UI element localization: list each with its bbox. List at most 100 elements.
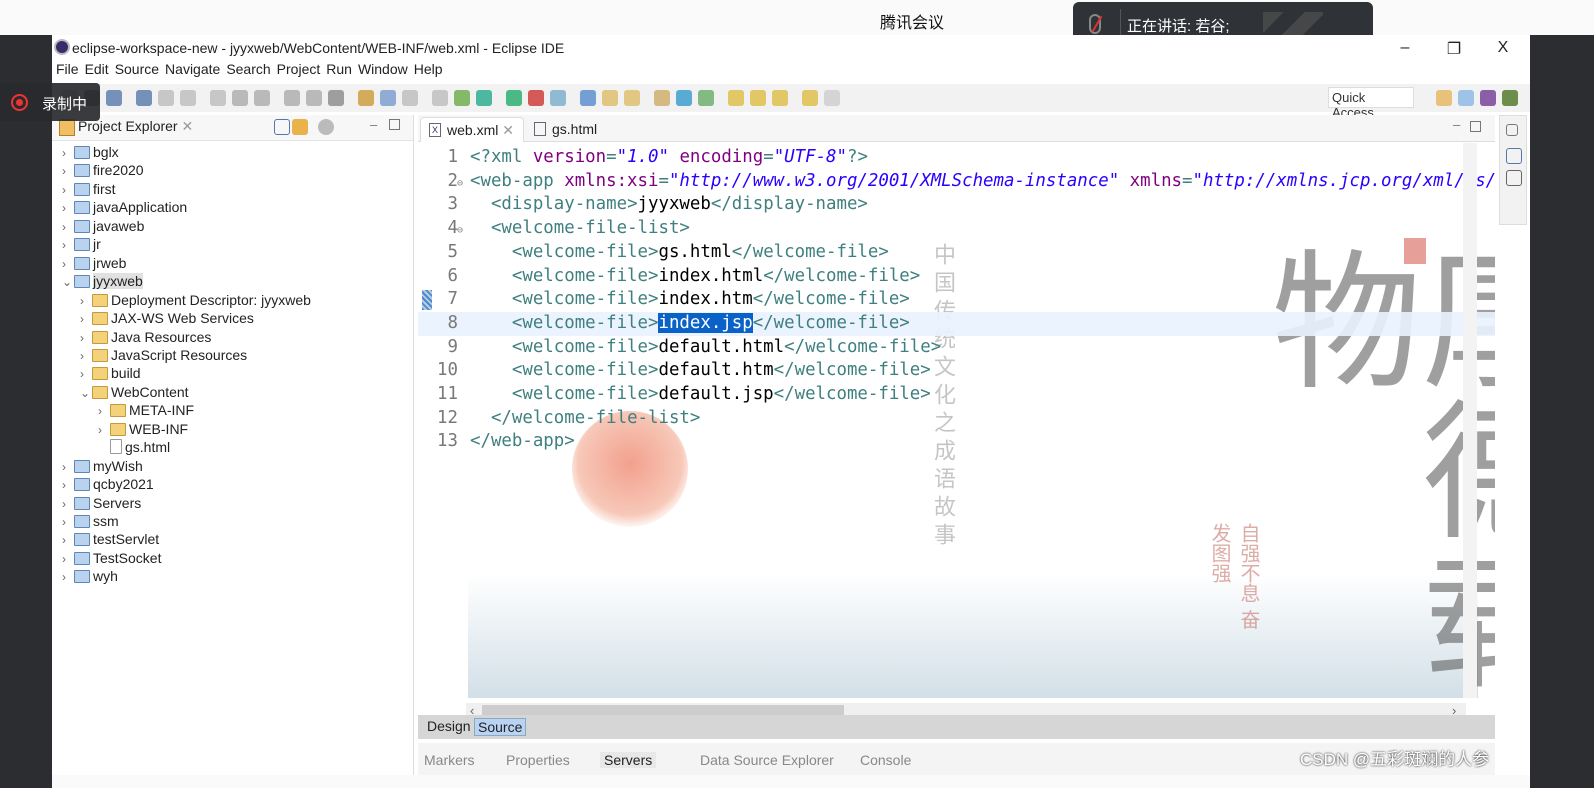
code-line[interactable]: 11 <welcome-file>default.jsp</welcome-fi… [418, 383, 1495, 407]
code-editor[interactable]: 厚德载物 中国传统文化之成语故事 自强不息 奋发图强 1<?xml versio… [418, 143, 1495, 698]
mic-muted-icon[interactable] [1089, 14, 1101, 34]
code-line[interactable]: 6 <welcome-file>index.html</welcome-file… [418, 265, 1495, 289]
chevron-right-icon[interactable]: › [62, 218, 74, 236]
last-edit-icon[interactable] [772, 90, 788, 106]
chevron-right-icon[interactable]: › [98, 402, 110, 420]
chevron-right-icon[interactable]: › [62, 144, 74, 162]
fold-toggle-icon[interactable]: ⊖ [457, 172, 463, 196]
menu-project[interactable]: Project [277, 61, 321, 77]
tree-item[interactable]: › WEB-INF [98, 420, 188, 438]
chevron-right-icon[interactable]: › [62, 568, 74, 586]
back-icon[interactable] [802, 90, 818, 106]
tree-item[interactable]: › TestSocket [62, 549, 161, 567]
collapse-all-icon[interactable] [274, 119, 290, 135]
globe-icon[interactable] [676, 90, 692, 106]
java-perspective-icon[interactable] [1502, 90, 1518, 106]
chevron-down-icon[interactable]: ⌄ [62, 273, 74, 291]
restore-button[interactable]: ❐ [1444, 39, 1464, 59]
chevron-right-icon[interactable]: › [62, 513, 74, 531]
step-over-icon[interactable] [284, 90, 300, 106]
chevron-right-icon[interactable]: › [62, 181, 74, 199]
chevron-right-icon[interactable]: › [62, 550, 74, 568]
new-web-project-icon[interactable] [550, 90, 566, 106]
recording-indicator[interactable]: 录制中 [0, 83, 100, 121]
tree-item[interactable]: › first [62, 180, 116, 198]
tab-properties[interactable]: Properties [506, 752, 570, 768]
tree-item[interactable]: › build [80, 364, 141, 382]
next-annotation-icon[interactable] [728, 90, 744, 106]
resume-icon[interactable] [158, 90, 174, 106]
skip-breakpoints-icon[interactable] [136, 90, 152, 106]
step-return-icon[interactable] [306, 90, 322, 106]
tree-item[interactable]: › javaweb [62, 217, 144, 235]
new-servlet-icon[interactable] [580, 90, 596, 106]
menu-source[interactable]: Source [115, 61, 159, 77]
open-file-icon[interactable] [624, 90, 640, 106]
code-line[interactable]: 4 ⊖ <welcome-file-list> [418, 217, 1495, 241]
close-icon[interactable]: ✕ [181, 118, 193, 134]
outline-icon[interactable] [1506, 148, 1522, 164]
use-step-filters-icon[interactable] [328, 90, 344, 106]
close-button[interactable]: X [1493, 39, 1513, 57]
debug-perspective-icon[interactable] [1480, 90, 1496, 106]
tree-item[interactable]: ⌄ WebContent [80, 383, 189, 401]
menu-search[interactable]: Search [226, 61, 270, 77]
save-icon[interactable] [402, 90, 418, 106]
chevron-right-icon[interactable]: › [98, 421, 110, 439]
search-icon[interactable] [654, 90, 670, 106]
server-icon[interactable] [106, 90, 122, 106]
menu-help[interactable]: Help [414, 61, 443, 77]
code-line[interactable]: 10 <welcome-file>default.htm</welcome-fi… [418, 359, 1495, 383]
tree-item[interactable]: › fire2020 [62, 161, 144, 179]
chevron-right-icon[interactable]: › [80, 310, 92, 328]
view-menu-icon[interactable] [318, 119, 334, 135]
chevron-right-icon[interactable]: › [80, 347, 92, 365]
tree-item[interactable]: › ssm [62, 512, 119, 530]
minimize-icon[interactable]: – [1453, 117, 1460, 132]
code-line[interactable]: 5 <welcome-file>gs.html</welcome-file> [418, 241, 1495, 265]
new-wizard-icon[interactable] [380, 90, 396, 106]
maximize-icon[interactable] [389, 119, 400, 130]
tab-source[interactable]: Source [474, 718, 527, 736]
chevron-right-icon[interactable]: › [62, 531, 74, 549]
code-line[interactable]: 7 <welcome-file>index.htm</welcome-file> [418, 288, 1495, 312]
tab-markers[interactable]: Markers [424, 752, 475, 768]
step-into-icon[interactable] [254, 90, 270, 106]
task-list-icon[interactable] [1506, 170, 1522, 186]
deploy-icon[interactable] [698, 90, 714, 106]
open-perspective-icon[interactable] [1436, 90, 1452, 106]
tree-item[interactable]: › wyh [62, 567, 118, 585]
suspend-icon[interactable] [180, 90, 196, 106]
debug-icon[interactable] [454, 90, 470, 106]
tree-item[interactable]: › javaApplication [62, 198, 187, 216]
stop-server-icon[interactable] [528, 90, 544, 106]
tree-item[interactable]: › jr [62, 235, 101, 253]
code-line[interactable]: 2 ⊖ <web-app xmlns:xsi="http://www.w3.org/… [418, 170, 1495, 194]
minimize-button[interactable]: – [1395, 39, 1415, 57]
save-all-icon[interactable] [432, 90, 448, 106]
tab-data-source-explorer[interactable]: Data Source Explorer [700, 752, 834, 768]
chevron-right-icon[interactable]: › [62, 199, 74, 217]
tab-web-xml[interactable]: Xweb.xml ✕ [420, 117, 524, 142]
tree-item[interactable]: › myWish [62, 457, 143, 475]
restore-icon[interactable] [1506, 124, 1518, 136]
chevron-right-icon[interactable]: › [62, 162, 74, 180]
disconnect-icon[interactable] [232, 90, 248, 106]
minimize-icon[interactable]: – [370, 117, 377, 132]
tree-item[interactable]: ⌄ jyyxweb [62, 272, 143, 290]
chevron-right-icon[interactable]: › [62, 236, 74, 254]
menu-window[interactable]: Window [358, 61, 408, 77]
quick-access-input[interactable]: Quick Access [1328, 87, 1414, 120]
chevron-down-icon[interactable]: ⌄ [80, 384, 92, 402]
tree-item[interactable]: › META-INF [98, 401, 194, 419]
close-icon[interactable]: ✕ [502, 122, 514, 138]
code-line[interactable]: 9 <welcome-file>default.html</welcome-fi… [418, 336, 1495, 360]
tree-item[interactable]: › Deployment Descriptor: jyyxweb [80, 291, 311, 309]
run-icon[interactable] [476, 90, 492, 106]
tab-design[interactable]: Design [424, 718, 474, 734]
open-folder-icon[interactable] [602, 90, 618, 106]
tab-gs-html[interactable]: gs.html [526, 117, 616, 142]
menu-run[interactable]: Run [326, 61, 352, 77]
code-line[interactable]: 3 <display-name>jyyxweb</display-name> [418, 193, 1495, 217]
tree-item[interactable]: › testServlet [62, 530, 159, 548]
